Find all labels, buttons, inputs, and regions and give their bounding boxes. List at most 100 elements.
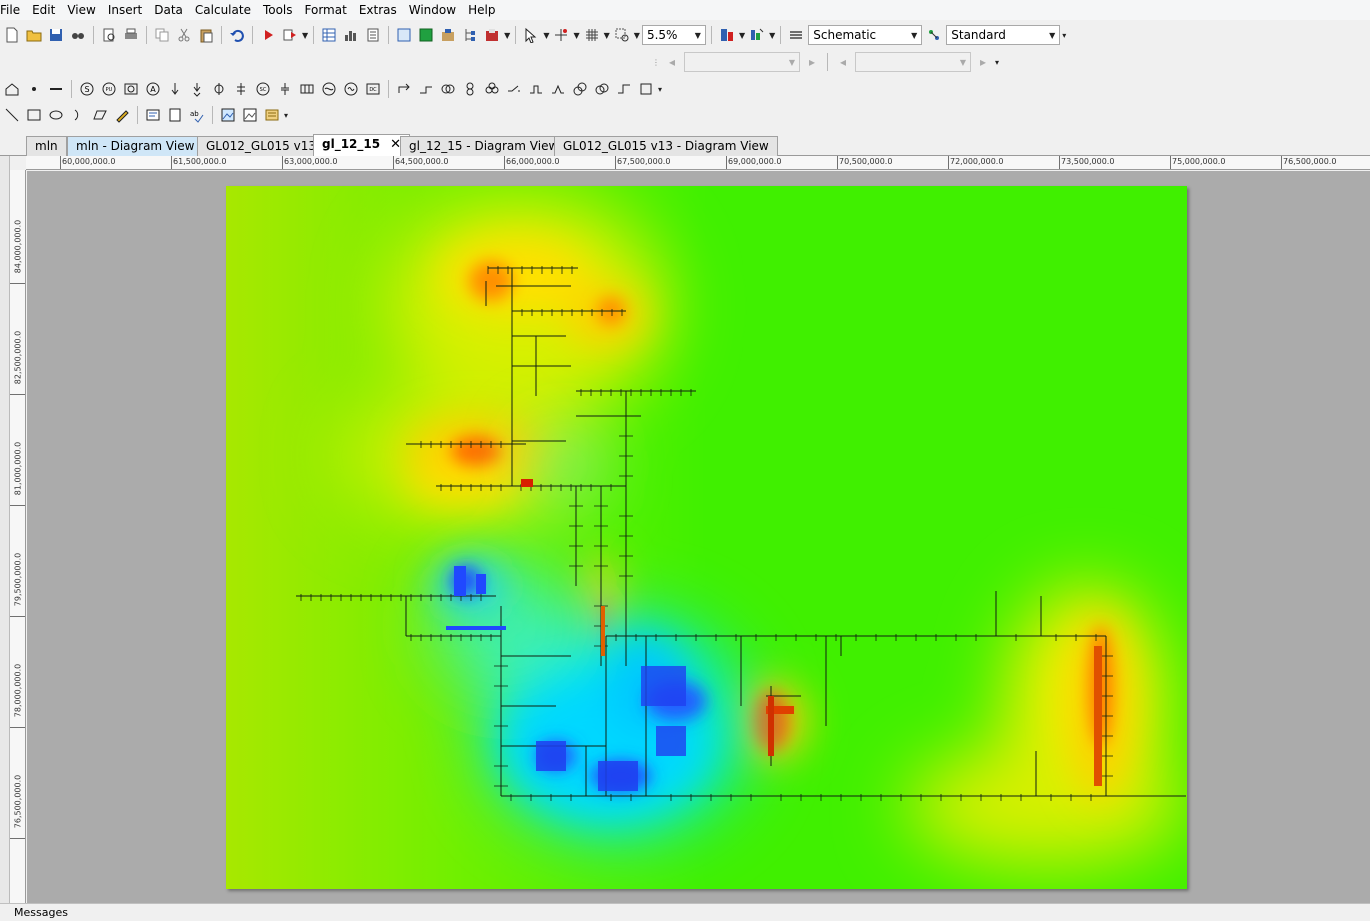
spelling-icon[interactable]: ab: [187, 105, 207, 125]
chart-view-icon[interactable]: [341, 25, 361, 45]
open-folder-icon[interactable]: [24, 25, 44, 45]
toolbar-overflow-icon[interactable]: ▾: [658, 85, 662, 94]
previous-icon[interactable]: ◂: [662, 52, 682, 72]
menu-item-calculate[interactable]: Calculate: [189, 0, 257, 20]
dropdown-arrow-icon[interactable]: ▼: [739, 31, 745, 40]
run-calculation-icon[interactable]: [258, 25, 278, 45]
draw-arc-icon[interactable]: [68, 105, 88, 125]
menu-item-data[interactable]: Data: [148, 0, 189, 20]
tab-gl-12-15[interactable]: gl_12_15 ✕: [313, 134, 411, 156]
next-icon[interactable]: ▸: [802, 52, 822, 72]
menu-item-help[interactable]: Help: [462, 0, 501, 20]
ac-source-icon[interactable]: [341, 79, 361, 99]
tab-gl-12-15-diagram-view[interactable]: gl_12_15 - Diagram View: [400, 136, 568, 156]
network-view-icon[interactable]: [394, 25, 414, 45]
coloring-icon[interactable]: [747, 25, 767, 45]
insert-picture-icon[interactable]: [218, 105, 238, 125]
dropdown-arrow-icon[interactable]: ▼: [302, 31, 308, 40]
cable-icon[interactable]: [416, 79, 436, 99]
connect-tool-icon[interactable]: [551, 25, 571, 45]
three-winding-transformer-icon[interactable]: [460, 79, 480, 99]
copy-icon[interactable]: [152, 25, 172, 45]
dropdown-arrow-icon[interactable]: ▼: [769, 31, 775, 40]
load-2-icon[interactable]: [187, 79, 207, 99]
zoom-level-select[interactable]: 5.5% ▼: [641, 25, 706, 45]
frame-icon[interactable]: [636, 79, 656, 99]
insert-page-icon[interactable]: [165, 105, 185, 125]
navigation-select-2[interactable]: ▼: [855, 52, 971, 72]
next-icon[interactable]: ▸: [973, 52, 993, 72]
table-view-icon[interactable]: [319, 25, 339, 45]
dropdown-arrow-icon[interactable]: ▼: [543, 31, 549, 40]
style-icon[interactable]: [924, 25, 944, 45]
reactor-icon[interactable]: [482, 79, 502, 99]
switch-icon[interactable]: [504, 79, 524, 99]
menu-item-file[interactable]: File: [0, 0, 26, 20]
transformer-icon[interactable]: [438, 79, 458, 99]
diagram-page[interactable]: [226, 186, 1187, 889]
data-manager-icon[interactable]: [438, 25, 458, 45]
grid-toggle-icon[interactable]: [582, 25, 602, 45]
save-icon[interactable]: [46, 25, 66, 45]
left-panel-strip[interactable]: [0, 134, 10, 903]
find-icon[interactable]: [68, 25, 88, 45]
draw-polygon-icon[interactable]: [90, 105, 110, 125]
tab-gl012-gl015-v13[interactable]: GL012_GL015 v13: [197, 136, 325, 156]
cut-icon[interactable]: [174, 25, 194, 45]
view-mode-select[interactable]: Schematic ▼: [808, 25, 923, 45]
dropdown-arrow-icon[interactable]: ▼: [573, 31, 579, 40]
layer-icon[interactable]: [717, 25, 737, 45]
capacitor-icon[interactable]: [275, 79, 295, 99]
calculation-options-icon[interactable]: [280, 25, 300, 45]
grid-view-icon[interactable]: [416, 25, 436, 45]
load-icon[interactable]: [165, 79, 185, 99]
tab-mln[interactable]: mln: [26, 136, 67, 156]
generator-icon[interactable]: [121, 79, 141, 99]
messages-bar[interactable]: Messages: [0, 903, 1370, 921]
menu-item-edit[interactable]: Edit: [26, 0, 61, 20]
print-preview-icon[interactable]: [99, 25, 119, 45]
insert-legend-icon[interactable]: [262, 105, 282, 125]
menu-item-insert[interactable]: Insert: [102, 0, 148, 20]
draw-ellipse-icon[interactable]: [46, 105, 66, 125]
menu-item-view[interactable]: View: [61, 0, 101, 20]
pu-icon[interactable]: PU: [99, 79, 119, 99]
dropdown-arrow-icon[interactable]: ▼: [504, 31, 510, 40]
dc-line-icon[interactable]: [614, 79, 634, 99]
compensator-icon[interactable]: [570, 79, 590, 99]
undo-icon[interactable]: [227, 25, 247, 45]
busbar-icon[interactable]: [46, 79, 66, 99]
line-style-icon[interactable]: [786, 25, 806, 45]
previous-icon[interactable]: ◂: [833, 52, 853, 72]
style-select[interactable]: Standard ▼: [946, 25, 1061, 45]
wind-icon[interactable]: [319, 79, 339, 99]
motor-a-icon[interactable]: A: [143, 79, 163, 99]
draw-line-icon[interactable]: [2, 105, 22, 125]
new-file-icon[interactable]: [2, 25, 22, 45]
diagram-canvas[interactable]: [27, 171, 1370, 903]
paste-icon[interactable]: [196, 25, 216, 45]
text-box-icon[interactable]: [143, 105, 163, 125]
draw-freehand-icon[interactable]: [112, 105, 132, 125]
dc-source-icon[interactable]: DC: [363, 79, 383, 99]
node-icon[interactable]: [24, 79, 44, 99]
load-4-icon[interactable]: [231, 79, 251, 99]
tab-mln-diagram-view[interactable]: mln - Diagram View: [67, 136, 204, 156]
dropdown-arrow-icon[interactable]: ▼: [634, 31, 640, 40]
toolbar-overflow-icon[interactable]: ▾: [995, 58, 999, 67]
menu-item-extras[interactable]: Extras: [353, 0, 403, 20]
relay-icon[interactable]: [548, 79, 568, 99]
navigation-select-1[interactable]: ▼: [684, 52, 800, 72]
menu-item-window[interactable]: Window: [403, 0, 462, 20]
load-3-icon[interactable]: [209, 79, 229, 99]
line-icon[interactable]: [394, 79, 414, 99]
home-icon[interactable]: [2, 79, 22, 99]
dropdown-arrow-icon[interactable]: ▼: [604, 31, 610, 40]
toolbar-overflow-icon[interactable]: ▾: [284, 111, 288, 120]
select-pointer-icon[interactable]: [521, 25, 541, 45]
print-icon[interactable]: [121, 25, 141, 45]
menu-item-tools[interactable]: Tools: [257, 0, 299, 20]
photovoltaic-icon[interactable]: [297, 79, 317, 99]
breaker-icon[interactable]: [526, 79, 546, 99]
shunt-icon[interactable]: SC: [253, 79, 273, 99]
